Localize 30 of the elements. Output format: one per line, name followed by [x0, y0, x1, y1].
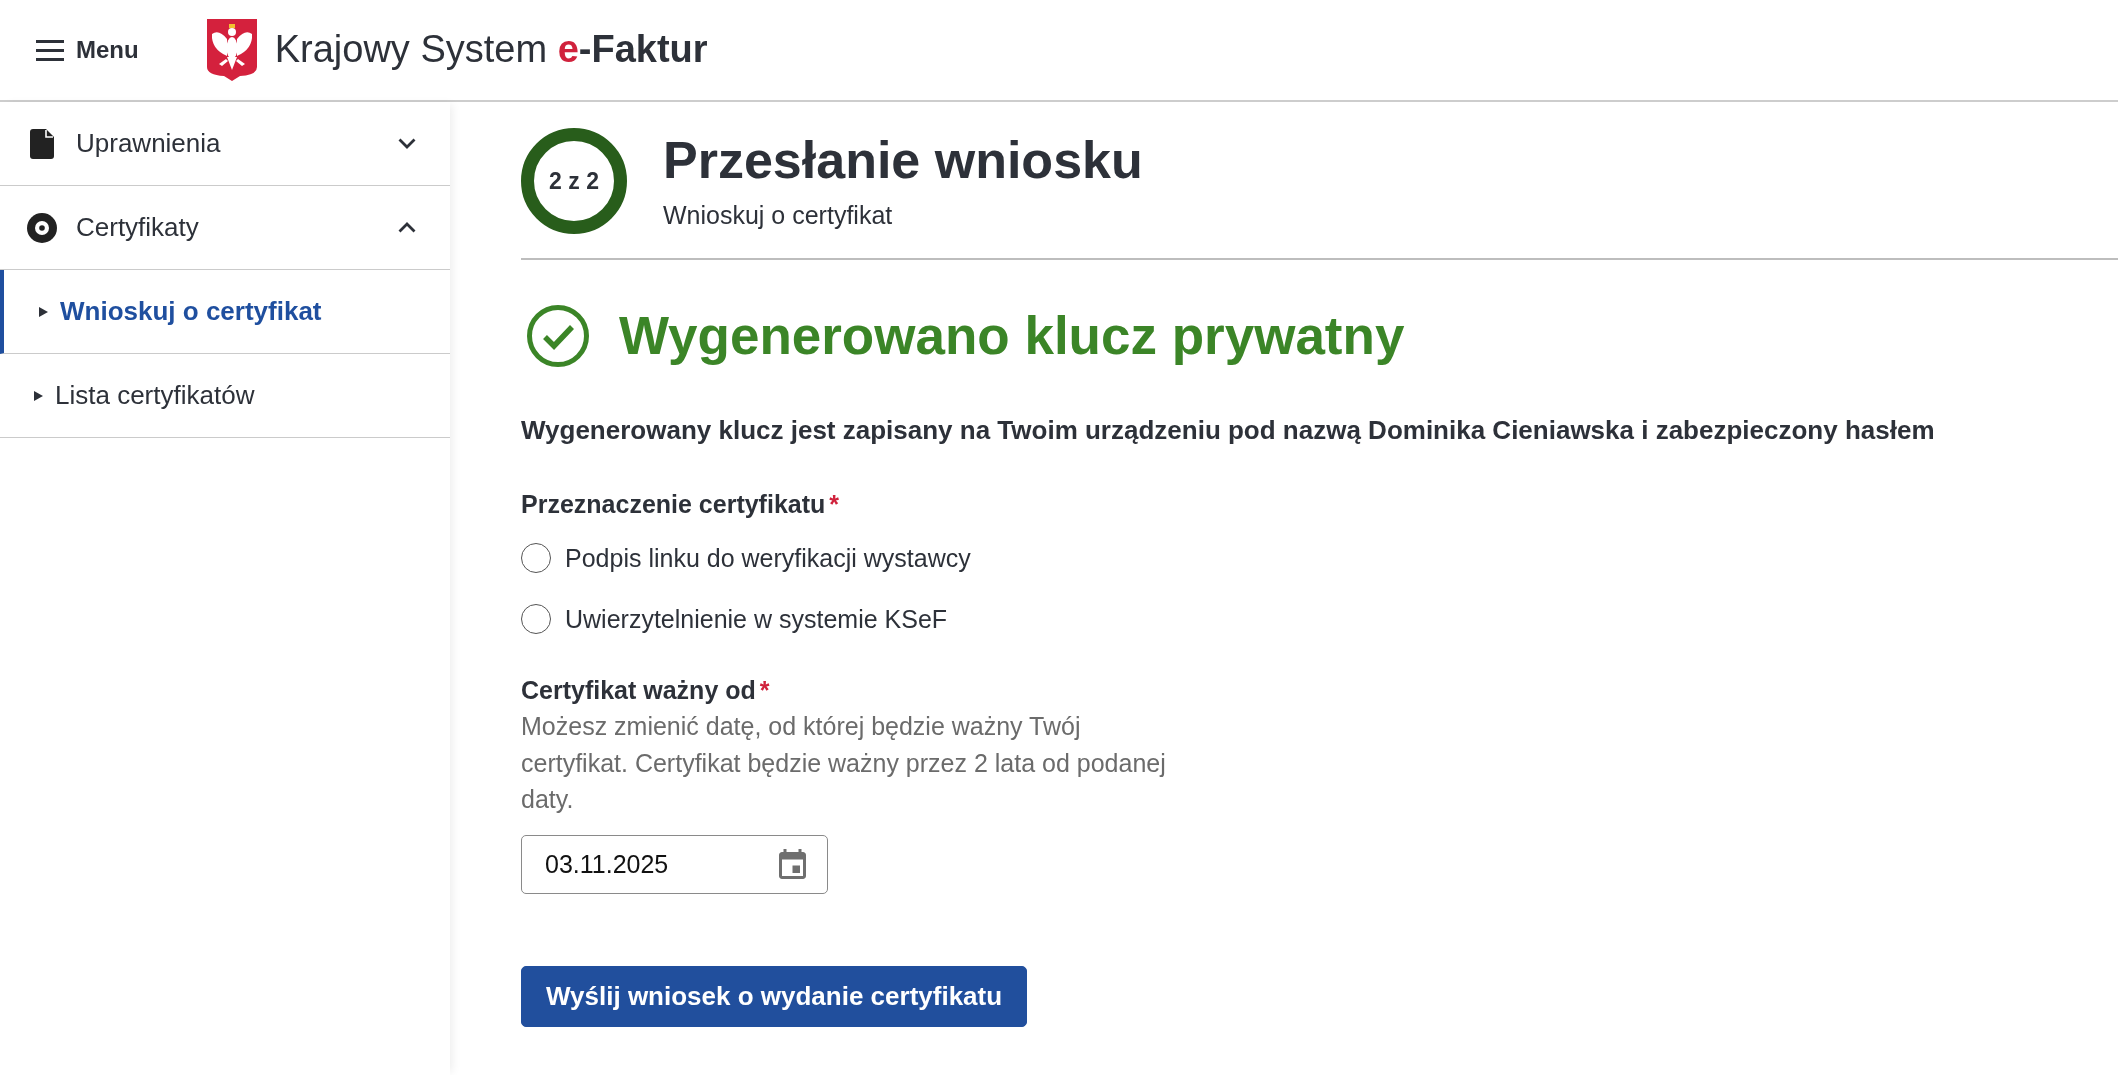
- check-circle-icon: [527, 305, 589, 367]
- status-message: Wygenerowany klucz jest zapisany na Twoim urządzeniu pod nazwą Dominika Cieniawska i zabezpieczony hasłem: [521, 415, 1936, 445]
- radio-button[interactable]: [521, 543, 551, 573]
- submit-button[interactable]: Wyślij wniosek o wydanie certyfikatu: [521, 965, 1028, 1027]
- status-heading: Wygenerowano klucz prywatny: [619, 305, 1405, 367]
- calendar-icon[interactable]: [779, 848, 806, 879]
- menu-icon: [36, 39, 64, 61]
- triangle-icon: [39, 306, 48, 317]
- page-title: Przesłanie wniosku: [663, 131, 1143, 189]
- page-subtitle: Wnioskuj o certyfikat: [663, 200, 894, 231]
- sidebar-item[interactable]: Certyfikaty: [0, 186, 450, 270]
- disc-icon: [27, 212, 57, 243]
- date-field[interactable]: 03.11.2025: [521, 834, 828, 894]
- field-hint: Możesz zmienić datę, od której będzie ważny Twój certyfikat. Certyfikat będzie ważny przez 2 lata od podanej daty.: [521, 711, 1167, 815]
- sidebar-link[interactable]: Lista certyfikatów: [0, 354, 450, 438]
- site-title: Krajowy System e-Faktur: [274, 27, 708, 73]
- option-label[interactable]: Podpis linku do weryfikacji wystawcy: [565, 543, 971, 573]
- radio-button[interactable]: [521, 604, 551, 634]
- sidebar-item[interactable]: Uprawnienia: [0, 102, 450, 186]
- field-label: Przeznaczenie certyfikatu *: [521, 489, 841, 519]
- field-label: Certyfikat ważny od *: [521, 675, 771, 705]
- eagle-shield-icon: [206, 19, 257, 81]
- menu-button[interactable]: Menu: [30, 26, 145, 74]
- step-counter: 2 z 2: [521, 128, 627, 234]
- sidebar-link[interactable]: Wnioskuj o certyfikat: [0, 270, 450, 354]
- document-icon: [30, 128, 54, 159]
- chevron-icon: [398, 222, 416, 233]
- chevron-icon: [398, 138, 416, 149]
- triangle-icon: [34, 390, 43, 401]
- option-label[interactable]: Uwierzytelnienie w systemie KSeF: [565, 604, 948, 634]
